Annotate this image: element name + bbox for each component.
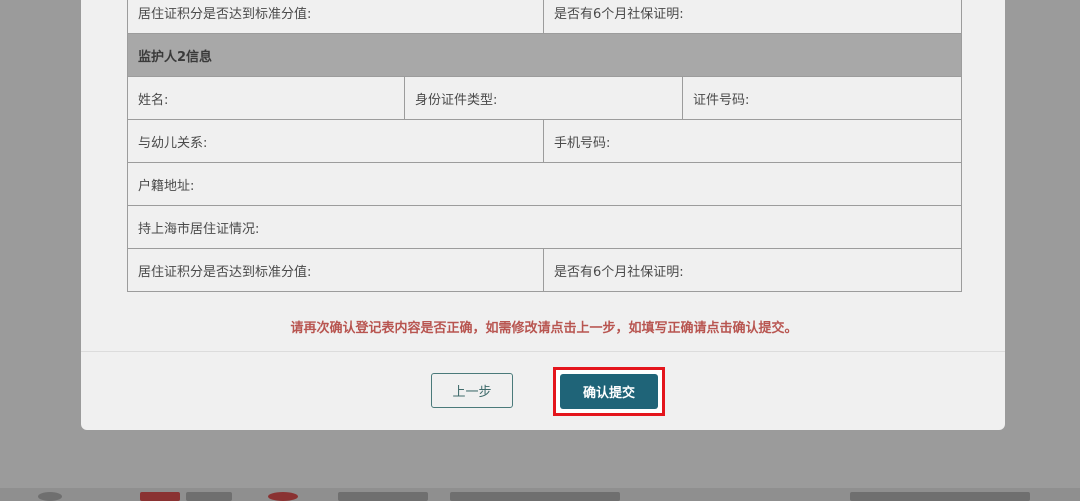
guardian2-title: 监护人2信息 <box>126 33 963 77</box>
table-row: 户籍地址: <box>126 162 963 206</box>
footer-link[interactable] <box>338 492 428 501</box>
footer-bar <box>0 488 1080 501</box>
footer-logo-icon <box>38 492 62 501</box>
guardian2-score-field: 居住证积分是否达到标准分值: <box>126 248 545 292</box>
divider <box>81 351 1005 352</box>
score-field: 居住证积分是否达到标准分值: <box>126 0 545 34</box>
table-row: 居住证积分是否达到标准分值: 是否有6个月社保证明: <box>126 0 963 34</box>
table-row: 居住证积分是否达到标准分值: 是否有6个月社保证明: <box>126 248 963 292</box>
social-security-field: 是否有6个月社保证明: <box>543 0 963 34</box>
phone-field: 手机号码: <box>543 119 963 163</box>
registration-table: 居住证积分是否达到标准分值: 是否有6个月社保证明: 监护人2信息 姓名: 身份… <box>126 0 963 292</box>
footer-link[interactable] <box>850 492 1030 501</box>
residence-permit-field: 持上海市居住证情况: <box>126 205 963 249</box>
footer-link[interactable] <box>450 492 620 501</box>
relation-field: 与幼儿关系: <box>126 119 545 163</box>
table-row: 姓名: 身份证件类型: 证件号码: <box>127 76 963 120</box>
footer-emblem-icon <box>268 492 298 501</box>
confirm-notice: 请再次确认登记表内容是否正确，如需修改请点击上一步，如填写正确请点击确认提交。 <box>290 321 798 336</box>
id-number-field: 证件号码: <box>682 76 963 120</box>
name-field: 姓名: <box>127 76 405 120</box>
table-row: 与幼儿关系: 手机号码: <box>126 119 963 163</box>
footer-link[interactable] <box>186 492 232 501</box>
prev-step-button[interactable]: 上一步 <box>431 373 513 408</box>
guardian2-social-security-field: 是否有6个月社保证明: <box>543 248 963 292</box>
table-row: 持上海市居住证情况: <box>126 205 963 249</box>
confirm-highlight-frame: 确认提交 <box>553 367 665 416</box>
footer-flag-icon <box>140 492 180 501</box>
address-field: 户籍地址: <box>126 162 963 206</box>
section-header: 监护人2信息 <box>126 33 963 77</box>
confirm-submit-button[interactable]: 确认提交 <box>560 374 658 409</box>
id-type-field: 身份证件类型: <box>403 76 684 120</box>
